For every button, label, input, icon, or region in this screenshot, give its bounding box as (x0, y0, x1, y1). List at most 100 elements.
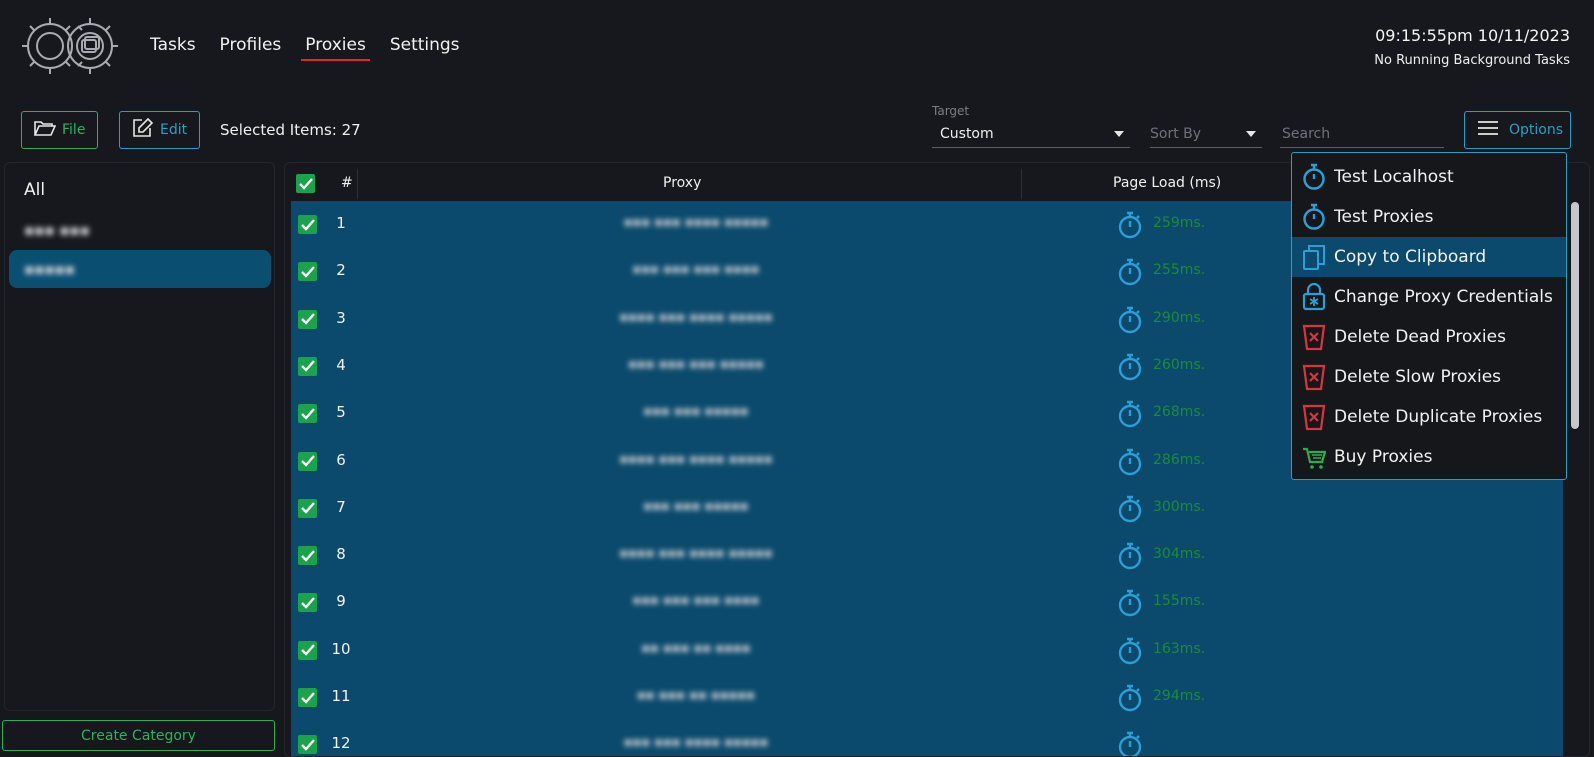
sort-by-select[interactable]: Sort By (1150, 120, 1262, 148)
selected-items-count: Selected Items: 27 (220, 121, 361, 139)
copy-icon (1302, 244, 1326, 270)
background-status: No Running Background Tasks (1374, 53, 1570, 68)
row-checkbox[interactable] (298, 262, 317, 282)
create-category-button[interactable]: Create Category (2, 720, 275, 751)
stopwatch-icon[interactable] (1117, 684, 1143, 712)
proxy-address: ▪▪ ▪▪▪ ▪▪ ▪▪▪▪▪ (636, 688, 756, 703)
table-row[interactable]: 10 ▪▪ ▪▪▪ ▪▪ ▪▪▪▪ 163ms. (291, 627, 1563, 675)
row-number: 5 (336, 403, 346, 422)
check-icon (300, 691, 315, 704)
proxy-address: ▪▪▪ ▪▪▪ ▪▪▪▪▪ (643, 404, 749, 420)
menu-item-delete-dead-proxies[interactable]: Delete Dead Proxies (1292, 317, 1566, 357)
category-all[interactable]: All (9, 171, 271, 209)
menu-item-test-localhost[interactable]: Test Localhost (1292, 157, 1566, 197)
row-checkbox[interactable] (298, 546, 317, 566)
table-row[interactable]: 11 ▪▪ ▪▪▪ ▪▪ ▪▪▪▪▪ 294ms. (291, 674, 1563, 722)
menu-item-label: Change Proxy Credentials (1334, 287, 1553, 307)
page-load-time: 255ms. (1153, 262, 1206, 279)
row-checkbox[interactable] (298, 640, 317, 660)
proxy-address: ▪▪▪▪ ▪▪▪ ▪▪▪▪ ▪▪▪▪▪ (619, 546, 773, 562)
table-row[interactable]: 7 ▪▪▪ ▪▪▪ ▪▪▪▪▪ 300ms. (291, 485, 1563, 533)
edit-label: Edit (160, 122, 188, 138)
check-icon (300, 218, 315, 231)
delete-bucket-icon (1302, 404, 1326, 431)
caret-down-icon (1246, 130, 1256, 137)
stopwatch-icon (1302, 203, 1326, 230)
proxy-address: ▪▪▪ ▪▪▪ ▪▪▪ ▪▪▪▪ (632, 593, 760, 609)
column-header-number[interactable]: # (341, 175, 353, 191)
menu-item-copy-to-clipboard[interactable]: Copy to Clipboard (1292, 237, 1566, 277)
stopwatch-icon[interactable] (1117, 400, 1143, 428)
options-menu: Test Localhost Test Proxies Copy to Clipbo… (1291, 152, 1567, 480)
row-number: 3 (336, 308, 346, 327)
proxy-address: ▪▪▪ ▪▪▪ ▪▪▪ ▪▪▪▪▪ (628, 356, 764, 372)
stopwatch-icon[interactable] (1117, 495, 1143, 523)
target-select[interactable]: Custom (932, 120, 1130, 148)
column-header-page-load[interactable]: Page Load (ms) (1113, 175, 1221, 191)
category-label: ▪▪▪▪▪ (24, 260, 75, 278)
category-item[interactable]: ▪▪▪ ▪▪▪ (9, 211, 271, 249)
target-label: Target (932, 104, 970, 118)
row-number: 4 (336, 355, 346, 374)
proxy-address: ▪▪▪ ▪▪▪ ▪▪▪▪ ▪▪▪▪▪ (623, 735, 769, 751)
file-button[interactable]: File (21, 111, 98, 149)
stopwatch-icon (1302, 163, 1326, 190)
row-checkbox[interactable] (298, 215, 317, 234)
row-checkbox[interactable] (298, 593, 317, 613)
search-input[interactable] (1280, 120, 1444, 148)
category-label: All (24, 180, 46, 200)
options-button[interactable]: Options (1464, 111, 1571, 149)
lock-icon (1302, 283, 1326, 311)
menu-item-delete-slow-proxies[interactable]: Delete Slow Proxies (1292, 357, 1566, 397)
scrollbar-thumb[interactable] (1571, 202, 1579, 429)
menu-item-test-proxies[interactable]: Test Proxies (1292, 197, 1566, 237)
nav-proxies[interactable]: Proxies (301, 35, 370, 61)
table-row[interactable]: 12 ▪▪▪ ▪▪▪ ▪▪▪▪ ▪▪▪▪▪ (291, 721, 1563, 756)
row-checkbox[interactable] (298, 356, 317, 376)
stopwatch-icon[interactable] (1117, 306, 1143, 334)
stopwatch-icon[interactable] (1117, 211, 1143, 239)
menu-item-label: Delete Duplicate Proxies (1334, 407, 1543, 427)
app-logo (18, 10, 122, 82)
clock: 09:15:55pm 10/11/2023 (1375, 26, 1570, 45)
nav-profiles[interactable]: Profiles (220, 35, 282, 61)
category-label: ▪▪▪ ▪▪▪ (24, 221, 90, 239)
category-item-selected[interactable]: ▪▪▪▪▪ (9, 250, 271, 288)
row-number: 2 (336, 261, 346, 280)
row-checkbox[interactable] (298, 309, 317, 329)
menu-item-buy-proxies[interactable]: Buy Proxies (1292, 437, 1566, 477)
row-checkbox[interactable] (298, 688, 317, 707)
stopwatch-icon[interactable] (1117, 542, 1143, 570)
delete-bucket-icon (1302, 324, 1326, 351)
stopwatch-icon[interactable] (1117, 448, 1143, 476)
table-row[interactable]: 9 ▪▪▪ ▪▪▪ ▪▪▪ ▪▪▪▪ 155ms. (291, 579, 1563, 627)
folder-icon (33, 119, 57, 141)
stopwatch-icon[interactable] (1117, 731, 1143, 756)
check-icon (300, 597, 315, 609)
row-checkbox[interactable] (298, 451, 317, 471)
menu-item-change-proxy-credentials[interactable]: Change Proxy Credentials (1292, 277, 1566, 317)
check-icon (300, 455, 315, 467)
page-load-time: 304ms. (1153, 546, 1206, 563)
stopwatch-icon[interactable] (1117, 353, 1143, 381)
delete-bucket-icon (1302, 364, 1326, 391)
stopwatch-icon[interactable] (1117, 589, 1143, 617)
stopwatch-icon[interactable] (1117, 258, 1143, 286)
nav-tasks[interactable]: Tasks (150, 35, 196, 61)
table-row[interactable]: 8 ▪▪▪▪ ▪▪▪ ▪▪▪▪ ▪▪▪▪▪ 304ms. (291, 532, 1563, 580)
edit-button[interactable]: Edit (119, 111, 200, 149)
row-checkbox[interactable] (298, 735, 317, 755)
row-number: 7 (336, 497, 346, 516)
column-divider (357, 169, 358, 199)
row-checkbox[interactable] (298, 498, 317, 518)
menu-item-delete-duplicate-proxies[interactable]: Delete Duplicate Proxies (1292, 397, 1566, 437)
stopwatch-icon[interactable] (1117, 637, 1143, 665)
menu-item-label: Delete Slow Proxies (1334, 367, 1502, 387)
check-icon (300, 313, 315, 325)
select-all-checkbox[interactable] (296, 174, 315, 193)
row-number: 1 (336, 214, 346, 232)
page-load-time: 294ms. (1153, 688, 1206, 704)
row-checkbox[interactable] (298, 404, 317, 424)
nav-settings[interactable]: Settings (390, 35, 460, 61)
main-nav: Tasks Profiles Proxies Settings (150, 35, 460, 61)
